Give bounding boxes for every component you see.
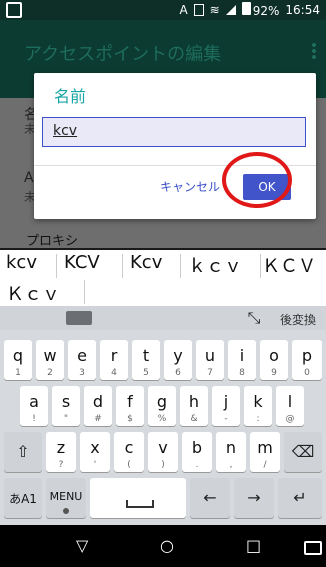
overflow-menu-icon[interactable]	[312, 42, 316, 60]
key-p[interactable]: p0	[292, 340, 322, 380]
clock: 16:54	[285, 3, 320, 17]
home-icon[interactable]: ○	[160, 536, 174, 555]
key-v[interactable]: v)	[148, 432, 178, 472]
divider	[260, 254, 261, 278]
shift-key[interactable]: ⇧	[4, 432, 42, 472]
key-c[interactable]: c(	[114, 432, 144, 472]
divider	[180, 254, 181, 278]
key-w[interactable]: w2	[36, 340, 64, 380]
keyboard-toolbar: ⤡ 後変換	[0, 306, 326, 330]
suggestion-item[interactable]: ｋｃｖ	[188, 252, 242, 278]
battery-percent: 92%	[252, 4, 280, 18]
space-icon	[126, 500, 154, 508]
key-t[interactable]: t5	[132, 340, 160, 380]
app-title: アクセスポイントの編集	[24, 44, 222, 65]
key-q[interactable]: q1	[4, 340, 32, 380]
list-item: A	[24, 170, 34, 186]
key-i[interactable]: i8	[228, 340, 256, 380]
suggestion-bar: kcv KCV Kcv ｋｃｖ ＫＣＶ Ｋｃｖ	[0, 250, 326, 529]
divider	[84, 280, 85, 304]
enter-key[interactable]: ↵	[278, 478, 322, 518]
key-g[interactable]: g%	[148, 386, 176, 426]
suggestion-item[interactable]: ＫＣＶ	[262, 252, 316, 278]
key-m[interactable]: m /	[250, 432, 280, 472]
recents-icon[interactable]: □	[246, 536, 261, 555]
emoji-icon[interactable]	[66, 311, 92, 325]
key-h[interactable]: h &	[180, 386, 208, 426]
battery-icon: 92%	[241, 2, 280, 18]
key-l[interactable]: l @	[276, 386, 304, 426]
divider	[56, 254, 57, 278]
space-key[interactable]	[90, 478, 186, 518]
backspace-icon: ⌫	[291, 442, 315, 461]
key-o[interactable]: o9	[260, 340, 288, 380]
shift-icon: ⇧	[16, 442, 30, 461]
key-u[interactable]: u7	[196, 340, 224, 380]
convert-button[interactable]: 後変換	[280, 311, 316, 328]
key-e[interactable]: e3	[68, 340, 96, 380]
cursor-right-key[interactable]: →	[234, 478, 274, 518]
suggestion-item[interactable]: Ｋｃｖ	[6, 280, 60, 306]
key-b[interactable]: b.	[182, 432, 212, 472]
key-n[interactable]: n,	[216, 432, 246, 472]
name-input-value: kcv	[53, 123, 78, 139]
carrier-text: A	[179, 3, 188, 17]
keyboard-switch-icon[interactable]	[304, 541, 322, 555]
cancel-button[interactable]: キャンセル	[154, 174, 226, 200]
key-x[interactable]: x '	[80, 432, 110, 472]
wifi-icon: ︎≋	[209, 3, 220, 17]
arrow-right-icon: →	[247, 488, 261, 507]
enter-icon: ↵	[293, 488, 307, 507]
divider	[122, 254, 123, 278]
proxy-label: プロキシ	[26, 234, 79, 249]
key-a[interactable]: a!	[20, 386, 48, 426]
menu-key[interactable]: MENU	[46, 478, 86, 518]
signal-icon	[225, 5, 236, 15]
back-icon[interactable]: ▽	[76, 536, 88, 555]
resize-icon[interactable]: ⤡	[244, 308, 264, 328]
key-y[interactable]: y6	[164, 340, 192, 380]
suggestion-item[interactable]: KCV	[64, 252, 100, 273]
key-f[interactable]: f $	[116, 386, 144, 426]
gallery-icon	[6, 2, 22, 18]
key-z[interactable]: z?	[46, 432, 76, 472]
sim-icon	[193, 4, 204, 16]
backspace-key[interactable]: ⌫	[284, 432, 322, 472]
cursor-left-key[interactable]: ←	[190, 478, 230, 518]
suggestion-item[interactable]: Kcv	[130, 252, 162, 273]
key-r[interactable]: r4	[100, 340, 128, 380]
key-s[interactable]: s "	[52, 386, 80, 426]
key-j[interactable]: j-	[212, 386, 240, 426]
status-bar: A ︎≋ 92% 16:54	[0, 0, 326, 20]
ime-switch-key[interactable]: あA1	[4, 478, 42, 518]
keyboard: ⤡ 後変換 q1 w2 e3 r4 t5 y6 u7 i8 o9 p0 a! s…	[0, 306, 326, 525]
arrow-left-icon: ←	[203, 488, 217, 507]
status-icons: A ︎≋ 92% 16:54	[179, 2, 320, 18]
navigation-bar: ▽ ○ □	[0, 525, 326, 567]
key-k[interactable]: k:	[244, 386, 272, 426]
name-input[interactable]: kcv	[42, 117, 306, 147]
key-d[interactable]: d #	[84, 386, 112, 426]
mic-icon	[63, 508, 69, 514]
suggestion-item[interactable]: kcv	[6, 252, 37, 273]
dialog-title: 名前	[54, 87, 87, 106]
highlight-circle	[222, 152, 292, 208]
